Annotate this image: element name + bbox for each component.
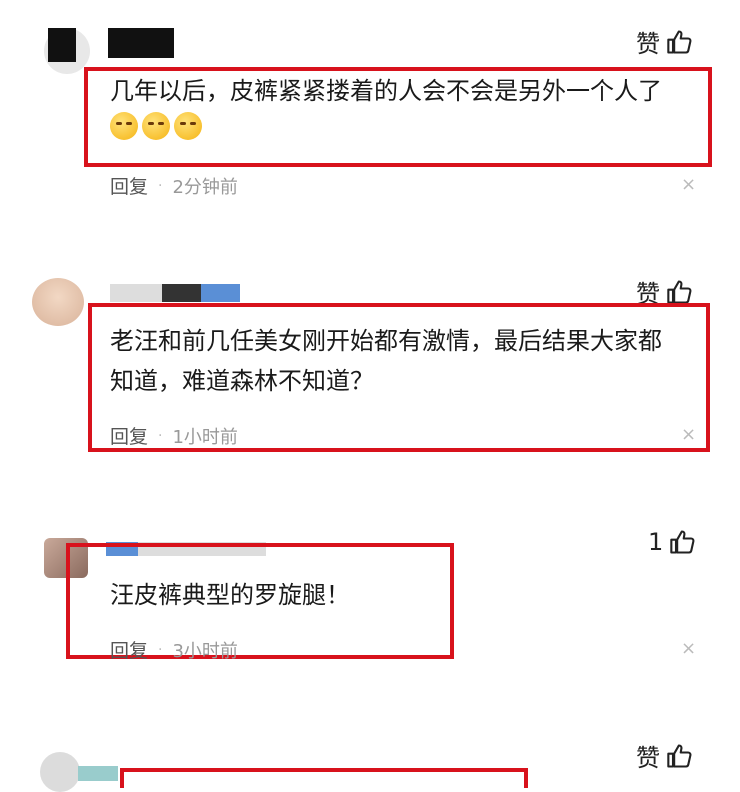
comment-meta: 回复 · 3小时前 (110, 636, 238, 663)
comment-time: 1小时前 (172, 426, 238, 448)
close-icon[interactable]: × (681, 638, 696, 659)
close-icon[interactable]: × (681, 174, 696, 195)
separator: · (158, 427, 163, 444)
comment-meta: 回复 · 1小时前 (110, 422, 238, 449)
thumbs-up-icon (667, 279, 692, 304)
reply-button[interactable]: 回复 (110, 422, 148, 449)
thumbs-up-icon (667, 29, 692, 54)
username-obscured (108, 28, 174, 58)
thumbs-up-icon (667, 743, 692, 768)
highlight-box (84, 67, 712, 167)
like-button[interactable]: 1 (648, 528, 697, 556)
separator: · (158, 641, 163, 658)
avatar[interactable] (32, 278, 84, 326)
like-button[interactable]: 赞 (636, 738, 694, 773)
like-button[interactable]: 赞 (636, 24, 694, 59)
like-count: 1 (648, 528, 664, 556)
reply-button[interactable]: 回复 (110, 636, 148, 663)
username-obscured[interactable] (48, 28, 76, 62)
thumbs-up-icon (670, 530, 695, 554)
username-obscured (110, 284, 240, 302)
highlight-box (120, 768, 528, 788)
avatar[interactable] (40, 752, 80, 792)
comment-time: 3小时前 (172, 640, 238, 662)
close-icon[interactable]: × (681, 424, 696, 445)
like-label: 赞 (636, 30, 660, 58)
comment-time: 2分钟前 (172, 176, 238, 198)
reply-button[interactable]: 回复 (110, 172, 148, 199)
separator: · (158, 177, 163, 194)
username-obscured (78, 766, 118, 781)
like-label: 赞 (636, 744, 660, 772)
comment-meta: 回复 · 2分钟前 (110, 172, 238, 199)
